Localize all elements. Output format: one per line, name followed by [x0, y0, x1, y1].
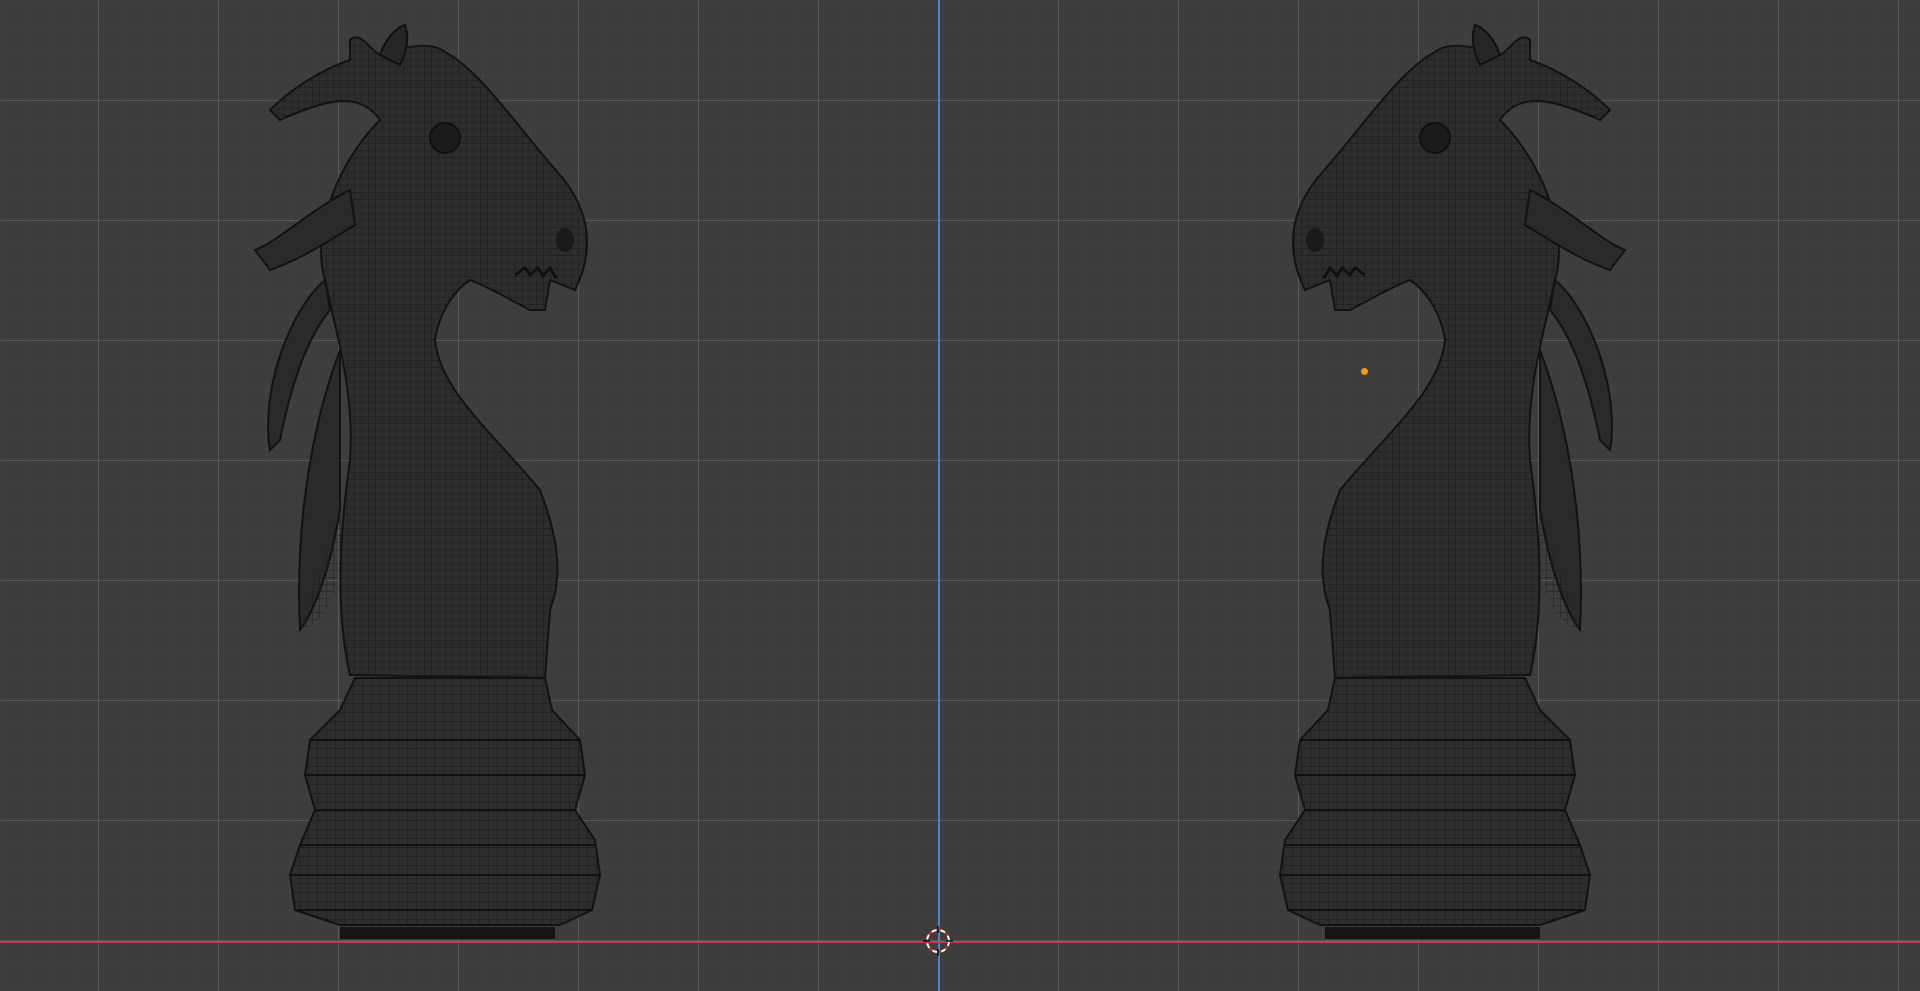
- object-origin-icon[interactable]: [1361, 368, 1368, 375]
- y-axis-line: [938, 0, 940, 991]
- knight-left-head: [253, 23, 588, 680]
- knight-right-mesh[interactable]: [1140, 10, 1680, 946]
- knight-left-mesh[interactable]: [200, 10, 740, 946]
- 3d-viewport[interactable]: [0, 0, 1920, 991]
- knight-left-base: [288, 677, 602, 939]
- knight-right-base: [1278, 677, 1592, 939]
- 3d-cursor-icon[interactable]: [923, 926, 953, 956]
- knight-right-head: [1292, 23, 1627, 680]
